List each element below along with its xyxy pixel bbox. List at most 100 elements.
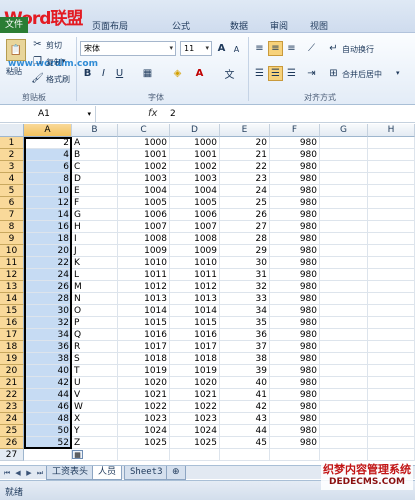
cell-c23[interactable]: 1022 (118, 401, 170, 413)
cell-e13[interactable]: 32 (220, 281, 270, 293)
cell-a7[interactable]: 14 (24, 209, 72, 221)
row-header[interactable]: 9 (0, 233, 24, 245)
cell-b21[interactable]: U (72, 377, 118, 389)
cell-c6[interactable]: 1005 (118, 197, 170, 209)
cell-d15[interactable]: 1014 (170, 305, 220, 317)
cell-f4[interactable]: 980 (270, 173, 320, 185)
cut-icon[interactable]: ✂ (30, 37, 45, 52)
cell-e10[interactable]: 29 (220, 245, 270, 257)
fx-icon[interactable]: fx (148, 106, 157, 122)
cell-f23[interactable]: 980 (270, 401, 320, 413)
cell-b19[interactable]: S (72, 353, 118, 365)
cell-f17[interactable]: 980 (270, 329, 320, 341)
cell-f22[interactable]: 980 (270, 389, 320, 401)
cell-a23[interactable]: 46 (24, 401, 72, 413)
row-header[interactable]: 27 (0, 449, 24, 461)
cell-f6[interactable]: 980 (270, 197, 320, 209)
cell-a5[interactable]: 10 (24, 185, 72, 197)
cell-h4[interactable] (368, 173, 415, 185)
cell-a16[interactable]: 32 (24, 317, 72, 329)
align-bottom-icon[interactable]: ≡ (284, 41, 299, 56)
row-header[interactable]: 16 (0, 317, 24, 329)
cell-e25[interactable]: 44 (220, 425, 270, 437)
name-box[interactable]: A1 ▾ (0, 106, 96, 122)
row-header[interactable]: 1 (0, 137, 24, 149)
cell-g19[interactable] (320, 353, 368, 365)
tab-formulas[interactable]: 公式 (172, 19, 190, 32)
cell-b22[interactable]: V (72, 389, 118, 401)
cell-h11[interactable] (368, 257, 415, 269)
cell-b3[interactable]: C (72, 161, 118, 173)
row-header[interactable]: 26 (0, 437, 24, 449)
cell-f16[interactable]: 980 (270, 317, 320, 329)
cell-d5[interactable]: 1004 (170, 185, 220, 197)
cell-e18[interactable]: 37 (220, 341, 270, 353)
italic-icon[interactable]: I (96, 66, 111, 81)
cell-f24[interactable]: 980 (270, 413, 320, 425)
paste-button[interactable]: 粘贴 (6, 66, 22, 77)
cell-a2[interactable]: 4 (24, 149, 72, 161)
phonetic-icon[interactable]: 文 (222, 66, 237, 81)
cell-e26[interactable]: 45 (220, 437, 270, 449)
cell-g16[interactable] (320, 317, 368, 329)
cell-h20[interactable] (368, 365, 415, 377)
cell-d10[interactable]: 1009 (170, 245, 220, 257)
row-header[interactable]: 15 (0, 305, 24, 317)
sheet-tab-1[interactable]: 人员 (92, 466, 123, 480)
cell-d25[interactable]: 1024 (170, 425, 220, 437)
cell-e24[interactable]: 43 (220, 413, 270, 425)
cell-g6[interactable] (320, 197, 368, 209)
align-left-icon[interactable]: ☰ (252, 66, 267, 81)
cell-e6[interactable]: 25 (220, 197, 270, 209)
cell-e1[interactable]: 20 (220, 137, 270, 149)
cell-g9[interactable] (320, 233, 368, 245)
column-header-f[interactable]: F (270, 124, 320, 137)
prev-sheet-icon[interactable]: ◀ (13, 467, 23, 479)
row-header[interactable]: 19 (0, 353, 24, 365)
cell-a3[interactable]: 6 (24, 161, 72, 173)
cell-h13[interactable] (368, 281, 415, 293)
cell-e8[interactable]: 27 (220, 221, 270, 233)
cell-b4[interactable]: D (72, 173, 118, 185)
cell-f21[interactable]: 980 (270, 377, 320, 389)
cell-d21[interactable]: 1020 (170, 377, 220, 389)
cell-f12[interactable]: 980 (270, 269, 320, 281)
row-header[interactable]: 23 (0, 401, 24, 413)
cell-e3[interactable]: 22 (220, 161, 270, 173)
cell-a8[interactable]: 16 (24, 221, 72, 233)
underline-icon[interactable]: U (112, 66, 127, 81)
cell-g17[interactable] (320, 329, 368, 341)
cell-d17[interactable]: 1016 (170, 329, 220, 341)
cell-b6[interactable]: F (72, 197, 118, 209)
row-header[interactable]: 11 (0, 257, 24, 269)
cell-c11[interactable]: 1010 (118, 257, 170, 269)
fill-color-icon[interactable]: ◈ (170, 66, 185, 81)
cell-e7[interactable]: 26 (220, 209, 270, 221)
cell-f5[interactable]: 980 (270, 185, 320, 197)
cell-b16[interactable]: P (72, 317, 118, 329)
cell-c9[interactable]: 1008 (118, 233, 170, 245)
wrap-text-button[interactable]: 自动换行 (342, 44, 374, 55)
cell-b15[interactable]: O (72, 305, 118, 317)
cell-f10[interactable]: 980 (270, 245, 320, 257)
cell-a14[interactable]: 28 (24, 293, 72, 305)
cell-f18[interactable]: 980 (270, 341, 320, 353)
row-header[interactable]: 24 (0, 413, 24, 425)
cell-d2[interactable]: 1001 (170, 149, 220, 161)
cell-b17[interactable]: Q (72, 329, 118, 341)
copy-dropdown-icon[interactable]: ▾ (62, 57, 66, 65)
cell-h19[interactable] (368, 353, 415, 365)
cell-c7[interactable]: 1006 (118, 209, 170, 221)
align-middle-icon[interactable]: ≡ (268, 41, 283, 56)
cell-d27[interactable] (170, 449, 220, 461)
cell-a26[interactable]: 52 (24, 437, 72, 449)
cell-a1[interactable]: 2 (24, 137, 72, 149)
cell-b9[interactable]: I (72, 233, 118, 245)
cell-d13[interactable]: 1012 (170, 281, 220, 293)
cell-h27[interactable] (368, 449, 415, 461)
cell-d11[interactable]: 1010 (170, 257, 220, 269)
align-top-icon[interactable]: ≡ (252, 41, 267, 56)
cell-f25[interactable]: 980 (270, 425, 320, 437)
row-header[interactable]: 25 (0, 425, 24, 437)
copy-icon[interactable]: ❐ (30, 54, 45, 69)
